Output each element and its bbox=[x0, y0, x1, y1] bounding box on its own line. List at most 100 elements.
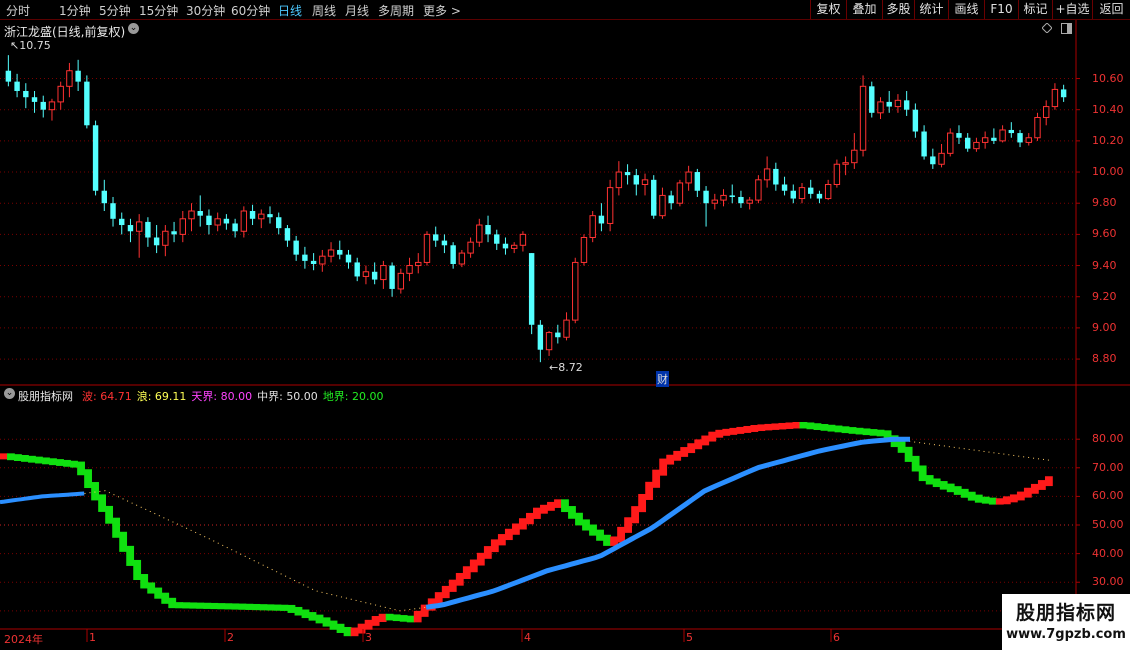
bo-segment bbox=[231, 603, 240, 610]
candle-body bbox=[371, 271, 378, 280]
candle-body bbox=[1008, 129, 1015, 134]
bo-segment bbox=[266, 604, 275, 611]
candle-body bbox=[842, 162, 849, 165]
indicator-axis-label: 30.00 bbox=[1092, 575, 1124, 589]
bo-segment bbox=[77, 461, 85, 476]
bo-segment bbox=[371, 616, 380, 626]
candle-body bbox=[991, 137, 997, 141]
candle-body bbox=[729, 195, 735, 197]
price-axis-label: 9.80 bbox=[1092, 196, 1117, 210]
high-price-value: 10.75 bbox=[19, 39, 51, 52]
bo-segment bbox=[708, 431, 717, 442]
indicator-number: 20.00 bbox=[352, 390, 384, 403]
bo-segment bbox=[862, 428, 871, 436]
bo-segment bbox=[301, 609, 310, 619]
bo-segment bbox=[855, 427, 864, 435]
price-axis-label: 9.20 bbox=[1092, 289, 1117, 303]
bo-segment bbox=[659, 458, 668, 476]
candle-body bbox=[92, 125, 99, 191]
candle-body bbox=[773, 168, 779, 185]
candle-body bbox=[397, 272, 405, 290]
candle-body bbox=[310, 260, 317, 264]
candle-body bbox=[999, 129, 1006, 142]
candle-body bbox=[31, 97, 38, 102]
candle-body bbox=[23, 90, 29, 98]
finance-badge[interactable]: 财 bbox=[656, 371, 669, 387]
candle-body bbox=[572, 261, 579, 321]
candle-body bbox=[415, 261, 422, 267]
candle-body bbox=[48, 101, 56, 111]
bo-segment bbox=[133, 559, 142, 581]
bo-segment bbox=[561, 499, 569, 513]
bo-segment bbox=[336, 623, 345, 633]
candle-body bbox=[171, 231, 177, 235]
candle-body bbox=[293, 240, 299, 255]
bo-segment bbox=[364, 619, 373, 630]
candle-body bbox=[1017, 133, 1023, 143]
candle-body bbox=[485, 225, 491, 235]
bo-segment bbox=[112, 517, 121, 538]
bo-segment bbox=[448, 579, 457, 592]
candle-body bbox=[668, 195, 674, 204]
candle-body bbox=[302, 254, 308, 261]
bo-segment bbox=[343, 626, 352, 637]
candle-body bbox=[790, 190, 796, 199]
candle-body bbox=[284, 228, 291, 241]
bo-segment bbox=[84, 469, 92, 489]
price-axis-label: 9.60 bbox=[1092, 227, 1117, 241]
indicator-value-3: 中界: 50.00 bbox=[257, 390, 318, 403]
bo-segment bbox=[252, 603, 261, 611]
bo-segment bbox=[413, 610, 422, 623]
chevron-down-icon[interactable]: ⌄ bbox=[4, 388, 15, 399]
bo-segment bbox=[526, 512, 534, 525]
bo-segment bbox=[63, 459, 71, 467]
bo-segment bbox=[743, 425, 752, 433]
candle-body bbox=[624, 172, 631, 176]
indicator-label: 波: bbox=[82, 390, 101, 403]
candle-body bbox=[389, 265, 395, 289]
bo-segment bbox=[785, 422, 794, 429]
indicator-value-4: 地界: 20.00 bbox=[323, 390, 384, 403]
candle-body bbox=[110, 203, 116, 219]
candle-body bbox=[267, 214, 273, 218]
bo-segment bbox=[624, 517, 632, 533]
bo-segment bbox=[315, 614, 324, 624]
bo-segment bbox=[680, 447, 689, 457]
indicator-axis-label: 80.00 bbox=[1092, 432, 1124, 446]
candle-body bbox=[981, 137, 989, 143]
candle-body bbox=[528, 253, 535, 325]
candle-body bbox=[833, 163, 841, 186]
candle-body bbox=[258, 213, 265, 220]
price-axis-label: 10.60 bbox=[1092, 71, 1124, 85]
candle-body bbox=[930, 156, 936, 165]
bo-segment bbox=[42, 457, 50, 465]
watermark-url: www.7gpzb.com bbox=[1006, 627, 1126, 642]
candle-body bbox=[589, 215, 596, 238]
bo-segment bbox=[869, 429, 878, 436]
bo-segment bbox=[294, 606, 303, 616]
candle-body bbox=[450, 245, 456, 264]
bo-segment bbox=[28, 455, 36, 463]
candle-body bbox=[135, 221, 143, 232]
bo-segment bbox=[399, 615, 408, 622]
bo-segment bbox=[210, 602, 219, 610]
wave-line-start bbox=[0, 491, 85, 505]
candle-body bbox=[738, 196, 744, 204]
candle-body bbox=[162, 230, 169, 246]
candle-body bbox=[1042, 106, 1050, 118]
candle-body bbox=[755, 179, 762, 201]
indicator-name: 股朋指标网 bbox=[18, 390, 73, 403]
price-axis-label: 9.40 bbox=[1092, 258, 1117, 272]
price-axis-label: 8.80 bbox=[1092, 352, 1117, 366]
candle-body bbox=[327, 249, 335, 257]
bo-segment bbox=[182, 602, 191, 609]
bo-segment bbox=[750, 425, 759, 432]
bo-segment bbox=[596, 529, 604, 541]
bo-segment bbox=[322, 617, 331, 627]
candle-body bbox=[824, 184, 832, 200]
candle-body bbox=[84, 81, 90, 126]
candle-body bbox=[903, 100, 910, 110]
bo-segment bbox=[462, 566, 471, 579]
bo-segment bbox=[203, 602, 212, 609]
bo-segment bbox=[287, 604, 296, 613]
